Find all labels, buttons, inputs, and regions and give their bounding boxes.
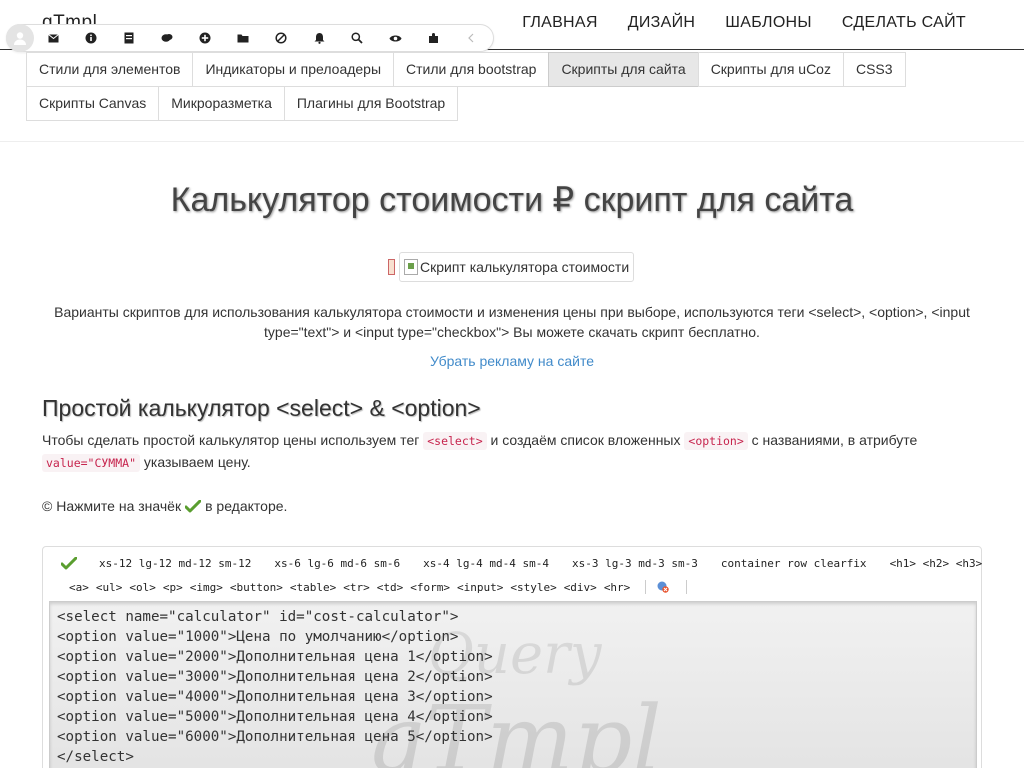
desc-text-2: и создаём список вложенных: [490, 432, 681, 448]
tag-div-button[interactable]: <div>: [564, 581, 597, 594]
chat-icon[interactable]: [148, 25, 186, 51]
user-icon-bar: [6, 24, 494, 52]
grid-12-button[interactable]: xs-12 lg-12 md-12 sm-12: [99, 557, 251, 570]
tag-p-button[interactable]: <p>: [163, 581, 183, 594]
tag-tr-button[interactable]: <tr>: [343, 581, 370, 594]
code-lines: <select name="calculator" id="cost-calcu…: [50, 607, 493, 767]
code-option: <option>: [684, 432, 748, 450]
code-line: <option value="2000">Дополнительная цена…: [57, 649, 493, 665]
user-icon: [14, 32, 26, 45]
tab-bootstrap-plugins[interactable]: Плагины для Bootstrap: [283, 86, 459, 121]
desc-text-4: указываем цену.: [143, 454, 251, 470]
main-menu: ГЛАВНАЯ ДИЗАЙН ШАБЛОНЫ СДЕЛАТЬ САЙТ: [522, 14, 966, 32]
code-line: <option value="1000">Цена по умолчанию</…: [57, 629, 459, 645]
code-line: <option value="3000">Дополнительная цена…: [57, 669, 493, 685]
ad-marker[interactable]: [388, 259, 395, 275]
tab-row-1: Стили для элементов Индикаторы и прелоад…: [26, 52, 906, 87]
tab-site-scripts[interactable]: Скрипты для сайта: [548, 52, 699, 87]
tag-td-button[interactable]: <td>: [377, 581, 404, 594]
desc-text-3: с названиями, в атрибуте: [751, 432, 918, 448]
tab-ucoz-scripts[interactable]: Скрипты для uCoz: [697, 52, 844, 87]
tab-element-styles[interactable]: Стили для элементов: [26, 52, 194, 87]
section-description: Чтобы сделать простой калькулятор цены и…: [42, 430, 982, 474]
tab-row-2: Скрипты Canvas Микроразметка Плагины для…: [26, 86, 906, 121]
search-icon[interactable]: [338, 25, 376, 51]
toolbar-separator: [645, 580, 647, 594]
code-line: <select name="calculator" id="cost-calcu…: [57, 609, 459, 625]
menu-item-design[interactable]: ДИЗАЙН: [628, 14, 696, 32]
code-line: </select>: [57, 749, 134, 765]
desc-text-1: Чтобы сделать простой калькулятор цены и…: [42, 432, 420, 448]
section-title: Простой калькулятор <select> & <option>: [42, 395, 481, 421]
tag-style-button[interactable]: <style>: [510, 581, 556, 594]
menu-item-make-site[interactable]: СДЕЛАТЬ САЙТ: [842, 14, 966, 32]
checkmark-icon: [185, 499, 202, 512]
user-avatar[interactable]: [6, 24, 34, 52]
code-value: value="СУММА": [42, 454, 141, 472]
grid-6-button[interactable]: xs-6 lg-6 md-6 sm-6: [274, 557, 400, 570]
editor-toolbar-row-1: xs-12 lg-12 md-12 sm-12 xs-6 lg-6 md-6 s…: [43, 551, 983, 575]
document-icon[interactable]: [110, 25, 148, 51]
tag-input-button[interactable]: <input>: [457, 581, 503, 594]
clear-code-icon[interactable]: [654, 578, 672, 596]
menu-item-home[interactable]: ГЛАВНАЯ: [522, 14, 598, 32]
code-editor: xs-12 lg-12 md-12 sm-12 xs-6 lg-6 md-6 s…: [42, 546, 982, 768]
calculator-image: Скрипт калькулятора стоимости: [399, 252, 634, 282]
container-row-button[interactable]: container row clearfix: [721, 557, 867, 570]
headings-button[interactable]: <h1> <h2> <h3>: [890, 557, 983, 570]
code-line: <option value="4000">Дополнительная цена…: [57, 689, 493, 705]
tag-hr-button[interactable]: <hr>: [604, 581, 631, 594]
tag-form-button[interactable]: <form>: [410, 581, 450, 594]
editor-note: © Нажмите на значёк в редакторе.: [42, 498, 287, 514]
intro-text: Варианты скриптов для использования каль…: [54, 304, 970, 340]
code-textarea[interactable]: Query qTmpl <select name="calculator" id…: [49, 601, 977, 768]
tag-button-button[interactable]: <button>: [230, 581, 283, 594]
folder-icon[interactable]: [224, 25, 262, 51]
tab-bootstrap-styles[interactable]: Стили для bootstrap: [393, 52, 550, 87]
note-text-2: в редакторе.: [205, 498, 288, 514]
page-title: Калькулятор стоимости ₽ скрипт для сайта: [170, 181, 854, 219]
section-divider: [0, 141, 1024, 142]
toolbar-separator: [686, 580, 688, 594]
chevron-left-icon[interactable]: [452, 25, 490, 51]
tag-img-button[interactable]: <img>: [190, 581, 223, 594]
grid-3-button[interactable]: xs-3 lg-3 md-3 sm-3: [572, 557, 698, 570]
note-text-1: © Нажмите на значёк: [42, 498, 182, 514]
ban-icon[interactable]: [262, 25, 300, 51]
editor-toolbar-row-2: <a> <ul> <ol> <p> <img> <button> <table>…: [43, 575, 981, 599]
bell-icon[interactable]: [300, 25, 338, 51]
broken-image-icon: [404, 259, 418, 275]
category-tabs: Стили для элементов Индикаторы и прелоад…: [26, 52, 906, 121]
tag-ul-button[interactable]: <ul>: [96, 581, 123, 594]
plus-icon[interactable]: [186, 25, 224, 51]
tab-canvas-scripts[interactable]: Скрипты Canvas: [26, 86, 160, 121]
apply-check-icon[interactable]: [61, 554, 77, 572]
tag-table-button[interactable]: <table>: [290, 581, 336, 594]
eye-icon[interactable]: [376, 25, 414, 51]
info-icon[interactable]: [72, 25, 110, 51]
tab-indicators-preloaders[interactable]: Индикаторы и прелоадеры: [192, 52, 395, 87]
tab-microdata[interactable]: Микроразметка: [158, 86, 285, 121]
image-alt-text: Скрипт калькулятора стоимости: [420, 259, 630, 275]
menu-item-templates[interactable]: ШАБЛОНЫ: [725, 14, 812, 32]
code-line: <option value="6000">Дополнительная цена…: [57, 729, 493, 745]
remove-ads-link[interactable]: Убрать рекламу на сайте: [0, 353, 1024, 369]
tag-ol-button[interactable]: <ol>: [129, 581, 156, 594]
tab-css3[interactable]: CSS3: [842, 52, 906, 87]
code-select: <select>: [423, 432, 487, 450]
code-line: <option value="5000">Дополнительная цена…: [57, 709, 493, 725]
mail-icon[interactable]: [34, 25, 72, 51]
grid-4-button[interactable]: xs-4 lg-4 md-4 sm-4: [423, 557, 549, 570]
tag-a-button[interactable]: <a>: [69, 581, 89, 594]
puzzle-icon[interactable]: [414, 25, 452, 51]
